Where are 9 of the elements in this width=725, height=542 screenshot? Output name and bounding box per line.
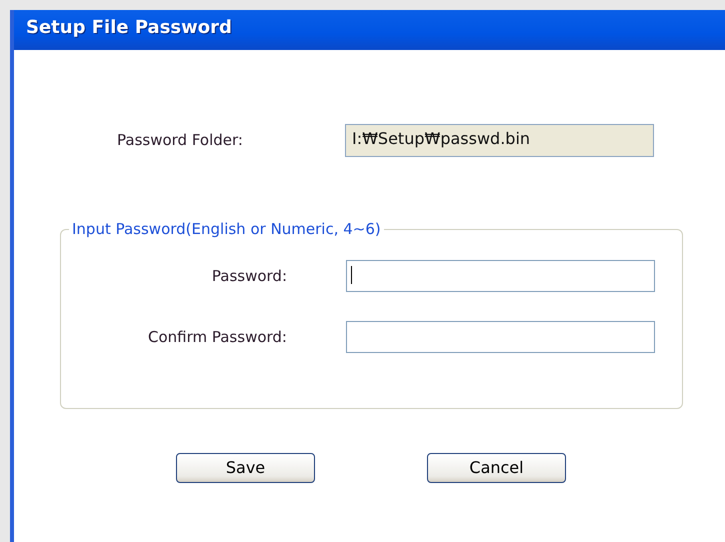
dialog-button[interactable]: Cancel: [427, 453, 566, 483]
folder-path-field[interactable]: I:₩Setup₩passwd.bin: [345, 124, 654, 157]
field-label: Password:: [210, 266, 287, 287]
password-field[interactable]: [346, 321, 655, 353]
folder-label: Password Folder:: [116, 130, 244, 152]
field-label: Confirm Password:: [146, 326, 287, 348]
password-field[interactable]: [346, 260, 655, 292]
window-title: Setup File Password: [14, 10, 725, 50]
dialog-button[interactable]: Save: [176, 453, 315, 483]
